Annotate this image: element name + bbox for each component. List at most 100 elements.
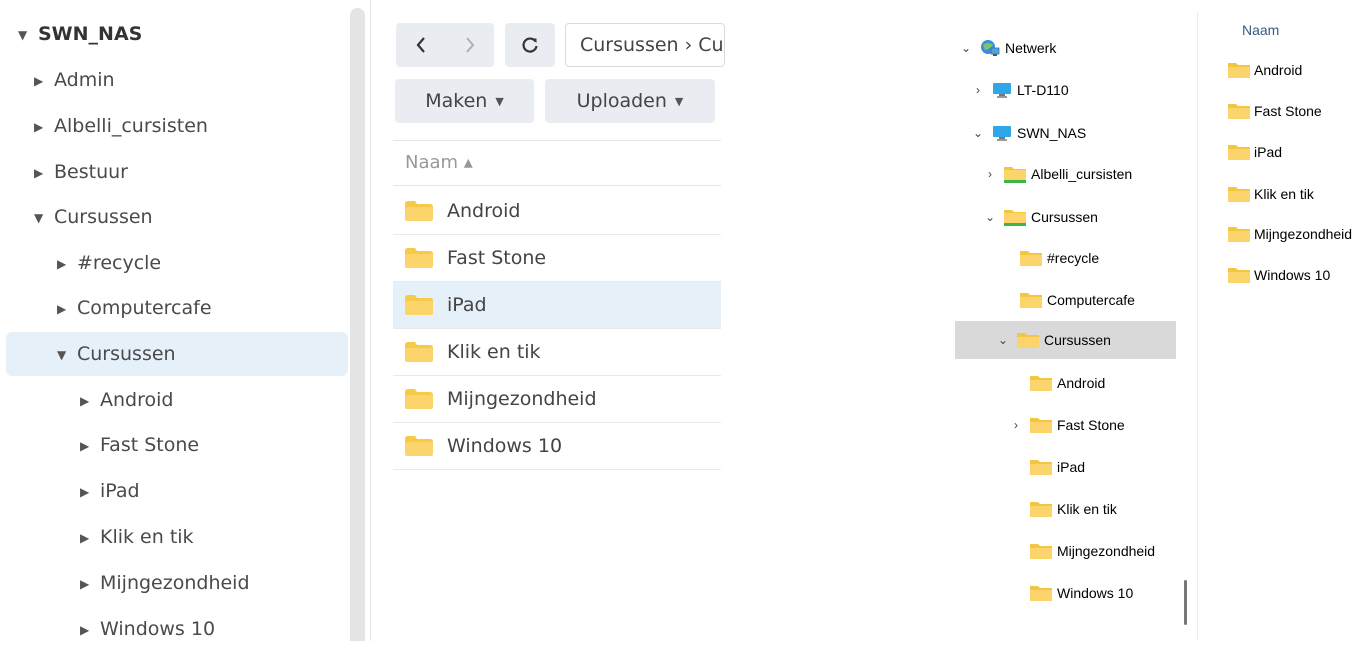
nav-item-label: Netwerk (1005, 40, 1057, 56)
nav-item-cursussen-selected[interactable]: ⌄ Cursussen (955, 321, 1176, 359)
explorer-tree-scrollbar[interactable] (1184, 580, 1187, 625)
caret-right-icon[interactable]: ▶ (80, 518, 100, 558)
nav-item-ipad[interactable]: iPad (1008, 446, 1085, 488)
file-row-fast-stone[interactable]: Fast Stone (393, 235, 721, 282)
nav-item-windows-10[interactable]: Windows 10 (1008, 572, 1133, 614)
forward-button[interactable] (445, 23, 494, 67)
nav-item-recycle[interactable]: #recycle (998, 237, 1099, 279)
tree-item-label: Windows 10 (100, 618, 216, 640)
chevron-down-icon[interactable]: ⌄ (970, 126, 986, 140)
chevron-right-icon[interactable]: › (970, 83, 986, 97)
tree-item-ipad[interactable]: ▶ iPad (80, 471, 140, 511)
tree-item-android[interactable]: ▶ Android (80, 380, 173, 420)
nav-item-mijngezondheid[interactable]: Mijngezondheid (1008, 530, 1155, 572)
path-breadcrumb[interactable]: Cursussen › Cursussen (565, 23, 725, 67)
explorer-file-android[interactable]: Android (1228, 60, 1302, 80)
folder-icon (405, 295, 433, 315)
explorer-file-klik-en-tik[interactable]: Klik en tik (1228, 184, 1314, 204)
nav-item-fast-stone[interactable]: › Fast Stone (1008, 404, 1125, 446)
tree-item-computercafe[interactable]: ▶ Computercafe (57, 288, 212, 328)
nav-item-android[interactable]: Android (1008, 362, 1105, 404)
file-name: Mijngezondheid (1254, 226, 1353, 242)
name-column-header[interactable]: Naam ▴ (393, 140, 721, 186)
file-row-windows-10[interactable]: Windows 10 (393, 423, 721, 470)
nav-item-klik-en-tik[interactable]: Klik en tik (1008, 488, 1117, 530)
tree-item-fast-stone[interactable]: ▶ Fast Stone (80, 425, 199, 465)
nav-item-computercafe[interactable]: Computercafe (998, 279, 1135, 321)
tree-item-klik-en-tik[interactable]: ▶ Klik en tik (80, 517, 194, 557)
chevron-left-icon (416, 37, 425, 53)
tree-item-bestuur[interactable]: ▶ Bestuur (34, 152, 128, 192)
name-column-header[interactable]: Naam (1242, 22, 1279, 38)
tree-item-recycle[interactable]: ▶ #recycle (57, 243, 161, 283)
nav-item-albelli-cursisten[interactable]: › Albelli_cursisten (982, 153, 1132, 195)
caret-down-icon[interactable]: ▼ (57, 333, 77, 377)
caret-right-icon[interactable]: ▶ (80, 610, 100, 650)
chevron-right-icon[interactable]: › (982, 167, 998, 181)
caret-right-icon[interactable]: ▶ (80, 426, 100, 466)
folder-icon (1030, 585, 1052, 602)
nas-folder-tree: ▼ SWN_NAS ▶ Admin ▶ Albelli_cursisten ▶ Best… (0, 0, 352, 641)
tree-item-cursussen[interactable]: ▼ Cursussen (34, 197, 153, 237)
folder-icon (1228, 103, 1250, 120)
explorer-file-mijngezondheid[interactable]: Mijngezondheid (1228, 224, 1352, 244)
chevron-down-icon[interactable]: ⌄ (995, 333, 1011, 347)
file-row-ipad[interactable]: iPad (393, 282, 721, 329)
nav-item-lt-d110[interactable]: › LT-D110 (970, 69, 1069, 111)
caret-right-icon[interactable]: ▶ (34, 107, 54, 147)
upload-label: Uploaden (576, 90, 667, 112)
back-button[interactable] (396, 23, 445, 67)
nav-item-label: Computercafe (1047, 292, 1135, 308)
tree-item-albelli-cursisten[interactable]: ▶ Albelli_cursisten (34, 106, 208, 146)
refresh-button[interactable] (505, 23, 555, 67)
tree-root-swn-nas[interactable]: ▼ SWN_NAS (18, 14, 142, 54)
chevron-down-icon[interactable]: ⌄ (958, 41, 974, 55)
file-name: Klik en tik (447, 341, 541, 363)
explorer-file-fast-stone[interactable]: Fast Stone (1228, 101, 1322, 121)
tree-scrollbar[interactable] (350, 8, 365, 641)
file-row-mijngezondheid[interactable]: Mijngezondheid (393, 376, 721, 423)
file-row-klik-en-tik[interactable]: Klik en tik (393, 329, 721, 376)
caret-right-icon[interactable]: ▶ (80, 564, 100, 604)
chevron-right-icon[interactable]: › (1008, 418, 1024, 432)
nav-item-swn-nas[interactable]: ⌄ SWN_NAS (970, 112, 1086, 154)
caret-right-icon[interactable]: ▶ (34, 61, 54, 101)
explorer-file-list: Naam Android Fast Stone iPad Klik en tik… (1198, 0, 1370, 641)
file-name: Fast Stone (1254, 103, 1322, 119)
nav-item-cursussen-share[interactable]: ⌄ Cursussen (982, 196, 1098, 238)
tree-item-mijngezondheid[interactable]: ▶ Mijngezondheid (80, 563, 250, 603)
caret-down-icon[interactable]: ▼ (34, 198, 54, 238)
caret-right-icon[interactable]: ▶ (34, 153, 54, 193)
tree-item-admin[interactable]: ▶ Admin (34, 60, 115, 100)
tree-root-label: SWN_NAS (38, 23, 143, 45)
caret-right-icon[interactable]: ▶ (80, 472, 100, 512)
nav-item-netwerk[interactable]: ⌄ Netwerk (958, 27, 1056, 69)
computer-icon (992, 124, 1012, 142)
tree-item-label: Cursussen (54, 206, 153, 228)
explorer-file-windows-10[interactable]: Windows 10 (1228, 265, 1330, 285)
folder-icon (405, 248, 433, 268)
folder-icon (405, 342, 433, 362)
file-row-android[interactable]: Android (393, 188, 721, 235)
nav-item-label: Cursussen (1044, 332, 1111, 348)
upload-button[interactable]: Uploaden ▼ (545, 79, 715, 123)
explorer-file-ipad[interactable]: iPad (1228, 142, 1282, 162)
nav-button-group (396, 23, 494, 67)
tree-item-cursussen-selected[interactable]: ▼ Cursussen (6, 332, 348, 376)
tree-item-label: Albelli_cursisten (54, 115, 208, 137)
chevron-down-icon[interactable]: ⌄ (982, 210, 998, 224)
folder-icon (1020, 250, 1042, 267)
explorer-navigation-tree: ⌄ Netwerk › LT-D110 ⌄ SWN_NAS › Albelli_… (950, 0, 1182, 641)
tree-item-windows-10[interactable]: ▶ Windows 10 (80, 609, 215, 649)
folder-icon (1017, 332, 1039, 349)
folder-icon (405, 201, 433, 221)
caret-right-icon[interactable]: ▶ (57, 289, 77, 329)
file-name: Mijngezondheid (447, 388, 597, 410)
caret-right-icon[interactable]: ▶ (57, 244, 77, 284)
share-folder-icon (1004, 165, 1026, 183)
caret-right-icon[interactable]: ▶ (80, 381, 100, 421)
caret-down-icon[interactable]: ▼ (18, 15, 38, 55)
folder-icon (1030, 501, 1052, 518)
file-name: iPad (447, 294, 487, 316)
create-button[interactable]: Maken ▼ (395, 79, 534, 123)
